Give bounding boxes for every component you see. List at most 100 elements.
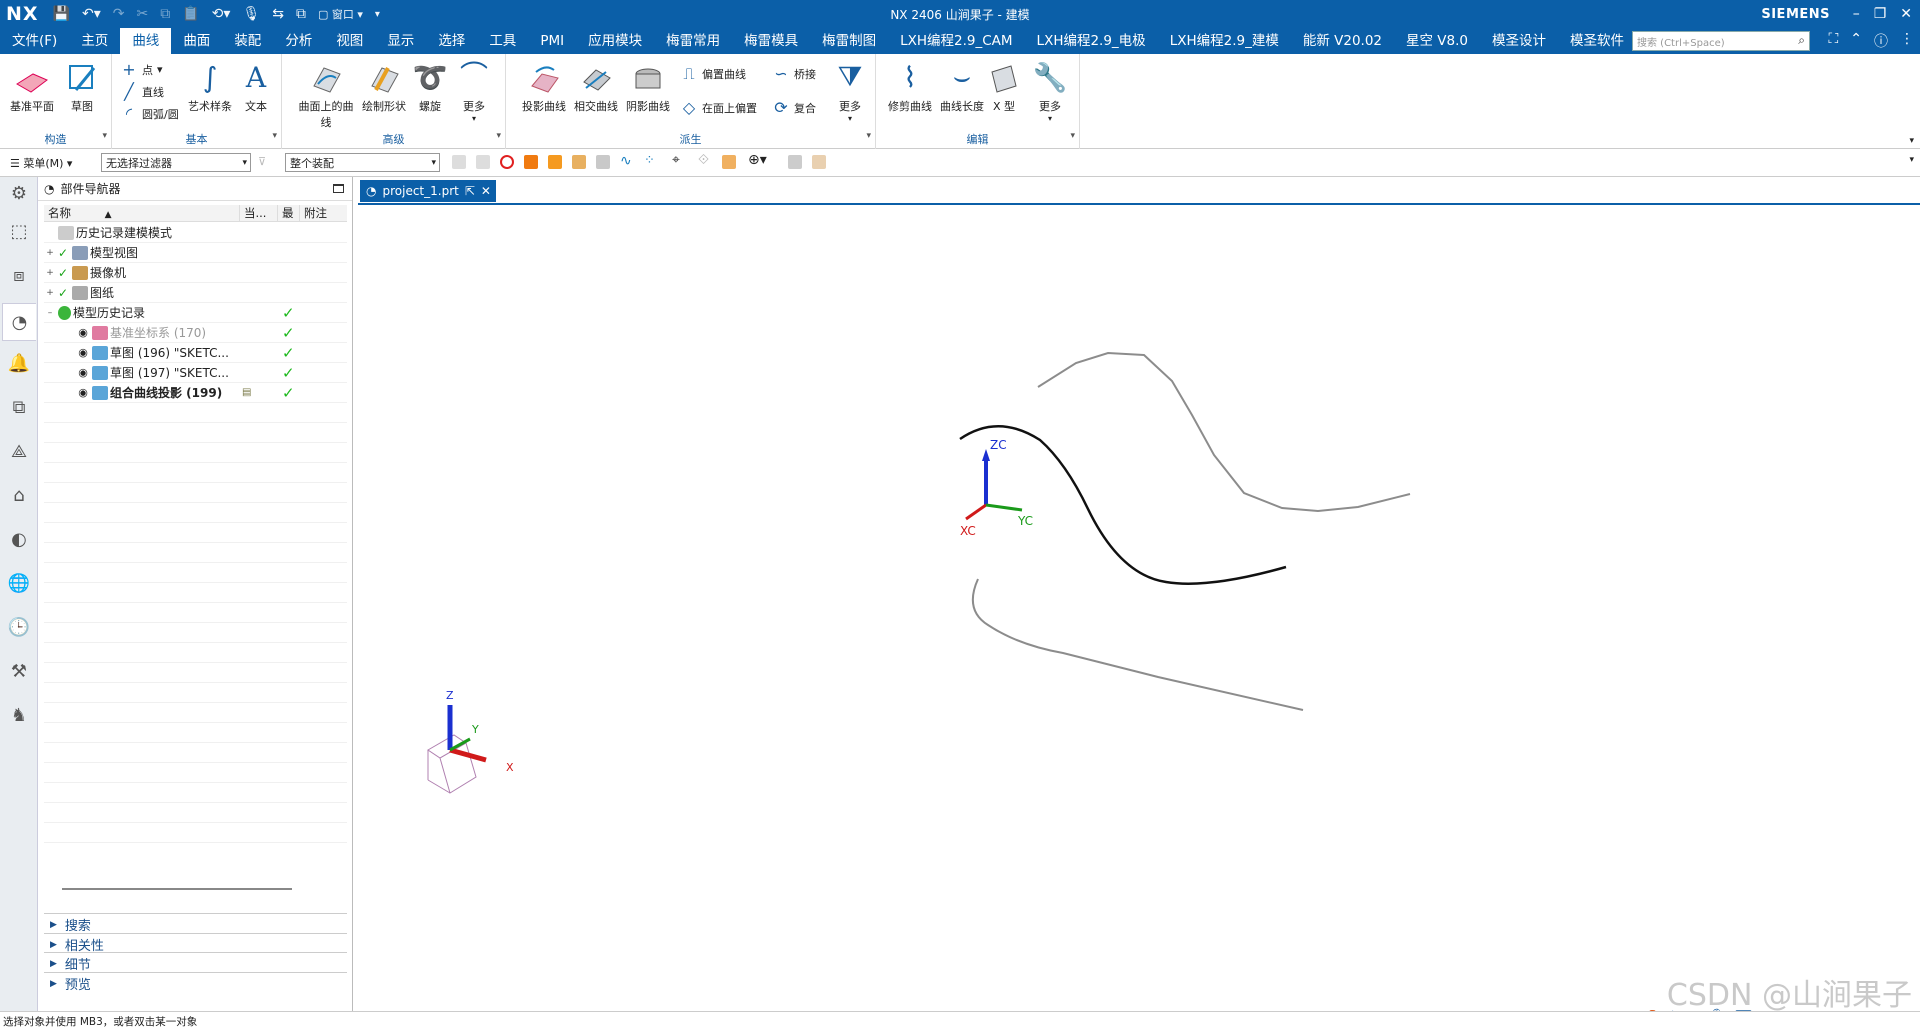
edit-more-button[interactable]: 🔧 更多 ▾	[1028, 60, 1072, 123]
derived-more-button[interactable]: ⧩ 更多 ▾	[830, 60, 870, 123]
tree-row[interactable]: ◉ 基准坐标系 (170) ✓	[44, 323, 347, 343]
checkmark-icon[interactable]: ✓	[56, 266, 70, 280]
line-button[interactable]: ╱ 直线	[120, 82, 164, 101]
tree-row[interactable]: 历史记录建模模式	[44, 223, 347, 243]
tree-row[interactable]: ◉ 组合曲线投影 (199) ▤ ✓	[44, 383, 347, 403]
offset-curve-button[interactable]: ⎍ 偏置曲线	[680, 64, 746, 84]
menu-tab-10[interactable]: PMI	[528, 28, 576, 54]
tree-row[interactable]: + ✓ 摄像机	[44, 263, 347, 283]
construct-group-label[interactable]: 构造 ▾	[0, 131, 111, 147]
x-form-button[interactable]: X 型	[984, 60, 1024, 114]
filter-reset-icon[interactable]: ⊽	[258, 155, 266, 168]
expand-toggle-icon[interactable]: +	[44, 268, 56, 278]
cut-icon[interactable]: ✂	[137, 6, 149, 22]
offset-in-face-button[interactable]: ◇ 在面上偏置	[680, 98, 757, 117]
checkmark-icon[interactable]: ✓	[56, 286, 70, 300]
sketch-button[interactable]: 草图	[56, 60, 108, 114]
visibility-eye-icon[interactable]: ◉	[76, 386, 90, 399]
select-solid-icon[interactable]	[524, 155, 538, 169]
customize-qa-icon[interactable]: ▾	[375, 9, 380, 20]
helix-button[interactable]: ➰ 螺旋	[410, 60, 450, 114]
edit-group-label[interactable]: 编辑 ▾	[876, 131, 1079, 147]
menu-tab-1[interactable]: 主页	[69, 28, 120, 54]
save-icon[interactable]: 💾	[53, 6, 70, 22]
menu-tab-9[interactable]: 工具	[477, 28, 528, 54]
select-body-icon[interactable]	[572, 155, 586, 169]
more-options-icon[interactable]: ⋮	[1900, 31, 1914, 51]
project-curve-button[interactable]: 投影曲线	[518, 60, 570, 114]
tree-row[interactable]: ◉ 草图 (196) "SKETC... ✓	[44, 343, 347, 363]
help-icon[interactable]: ⓘ	[1874, 31, 1888, 51]
menu-tab-3[interactable]: 曲面	[171, 28, 222, 54]
visibility-eye-icon[interactable]: ◉	[76, 326, 90, 339]
bridge-button[interactable]: ∽ 桥接	[772, 64, 816, 83]
menu-tab-13[interactable]: 梅雷模具	[732, 28, 810, 54]
search-icon[interactable]: ⌕	[1798, 33, 1805, 48]
column-name[interactable]: 名称 ▲	[44, 205, 240, 221]
hd3d-tools-icon[interactable]: ⟁	[7, 439, 31, 463]
undo-icon[interactable]: ↶▾	[82, 6, 101, 22]
column-notes[interactable]: 附注	[300, 205, 347, 221]
select-face-icon[interactable]	[548, 155, 562, 169]
system-materials-icon[interactable]: ⚒	[7, 659, 31, 683]
paste-icon[interactable]: 📋	[182, 6, 199, 22]
graphics-window[interactable]: ZC XC YC Z X Y	[358, 203, 1920, 1011]
menu-tab-16[interactable]: LXH编程2.9_电极	[1025, 28, 1158, 54]
derived-group-label[interactable]: 派生 ▾	[506, 131, 875, 147]
menu-tab-7[interactable]: 显示	[375, 28, 426, 54]
menu-tab-20[interactable]: 模圣设计	[1480, 28, 1558, 54]
menu-button[interactable]: ☰ 菜单(M) ▾	[10, 155, 90, 171]
curve-rule-icon[interactable]: ∿	[620, 153, 632, 169]
menu-tab-14[interactable]: 梅雷制图	[810, 28, 888, 54]
microphone-icon[interactable]: 🎙	[242, 6, 260, 22]
menu-tab-15[interactable]: LXH编程2.9_CAM	[888, 28, 1024, 54]
process-studio-icon[interactable]: ◐	[7, 527, 31, 551]
section-0[interactable]: ▶ 搜索	[44, 913, 347, 935]
curve-on-surface-button[interactable]: 曲面上的曲线	[294, 60, 358, 130]
window-menu[interactable]: ▢ 窗口 ▾	[318, 6, 363, 22]
silhouette-curve-button[interactable]: 阴影曲线	[622, 60, 674, 114]
toolbar-options-icon[interactable]: ▾	[1909, 155, 1914, 165]
point-button[interactable]: + 点 ▾	[120, 60, 162, 79]
select-component-icon[interactable]	[596, 155, 610, 169]
visibility-eye-icon[interactable]: ◉	[76, 346, 90, 359]
horizontal-scrollbar[interactable]	[62, 888, 292, 890]
web-browser-icon[interactable]: ⌂	[7, 483, 31, 507]
sketch-curve-lower[interactable]	[971, 578, 1304, 711]
ribbon-options-icon[interactable]: ▾	[1909, 136, 1914, 146]
advanced-group-label[interactable]: 高级 ▾	[282, 131, 505, 147]
shaded-view-icon[interactable]	[812, 155, 826, 169]
view-triad[interactable]: Z X Y	[427, 689, 514, 794]
column-latest[interactable]: 最	[278, 205, 300, 221]
constraint-navigator-icon[interactable]: ⧈	[7, 263, 31, 287]
composite-button[interactable]: ⟳ 复合	[772, 98, 816, 117]
snap-end-icon[interactable]: ⟐	[698, 152, 709, 168]
select-feature-icon[interactable]	[452, 155, 466, 169]
draw-shape-button[interactable]: 绘制形状	[358, 60, 410, 114]
text-button[interactable]: A 文本	[230, 60, 282, 114]
view-cube-icon[interactable]	[788, 155, 802, 169]
menu-tab-19[interactable]: 星空 V8.0	[1394, 28, 1480, 54]
tree-row[interactable]: – 模型历史记录 ✓	[44, 303, 347, 323]
restore-icon[interactable]: ❐	[1874, 6, 1887, 22]
menu-tab-0[interactable]: 文件(F)	[0, 28, 69, 54]
close-icon[interactable]: ✕	[1900, 6, 1912, 22]
menu-tab-12[interactable]: 梅雷常用	[654, 28, 732, 54]
menu-tab-21[interactable]: 模圣软件	[1558, 28, 1636, 54]
arc-circle-button[interactable]: ◜ 圆弧/圆	[120, 104, 179, 123]
command-search-input[interactable]: 搜索 (Ctrl+Space) ⌕	[1632, 31, 1810, 51]
part-navigator-icon[interactable]: ◔	[2, 303, 36, 341]
menu-tab-5[interactable]: 分析	[273, 28, 324, 54]
collapse-ribbon-icon[interactable]: ⌃	[1850, 31, 1862, 51]
sketch-curve-upper[interactable]	[1037, 351, 1411, 513]
menu-tab-11[interactable]: 应用模块	[576, 28, 654, 54]
tree-row[interactable]: ◉ 草图 (197) "SKETC... ✓	[44, 363, 347, 383]
menu-tab-17[interactable]: LXH编程2.9_建模	[1158, 28, 1291, 54]
menu-tab-4[interactable]: 装配	[222, 28, 273, 54]
assembly-navigator-icon[interactable]: ⬚	[7, 219, 31, 243]
intersection-curve-button[interactable]: 相交曲线	[570, 60, 622, 114]
basic-group-label[interactable]: 基本 ▾	[112, 131, 281, 147]
menu-tab-6[interactable]: 视图	[324, 28, 375, 54]
section-2[interactable]: ▶ 细节	[44, 952, 347, 974]
datum-plane-button[interactable]: 基准平面	[6, 60, 58, 114]
